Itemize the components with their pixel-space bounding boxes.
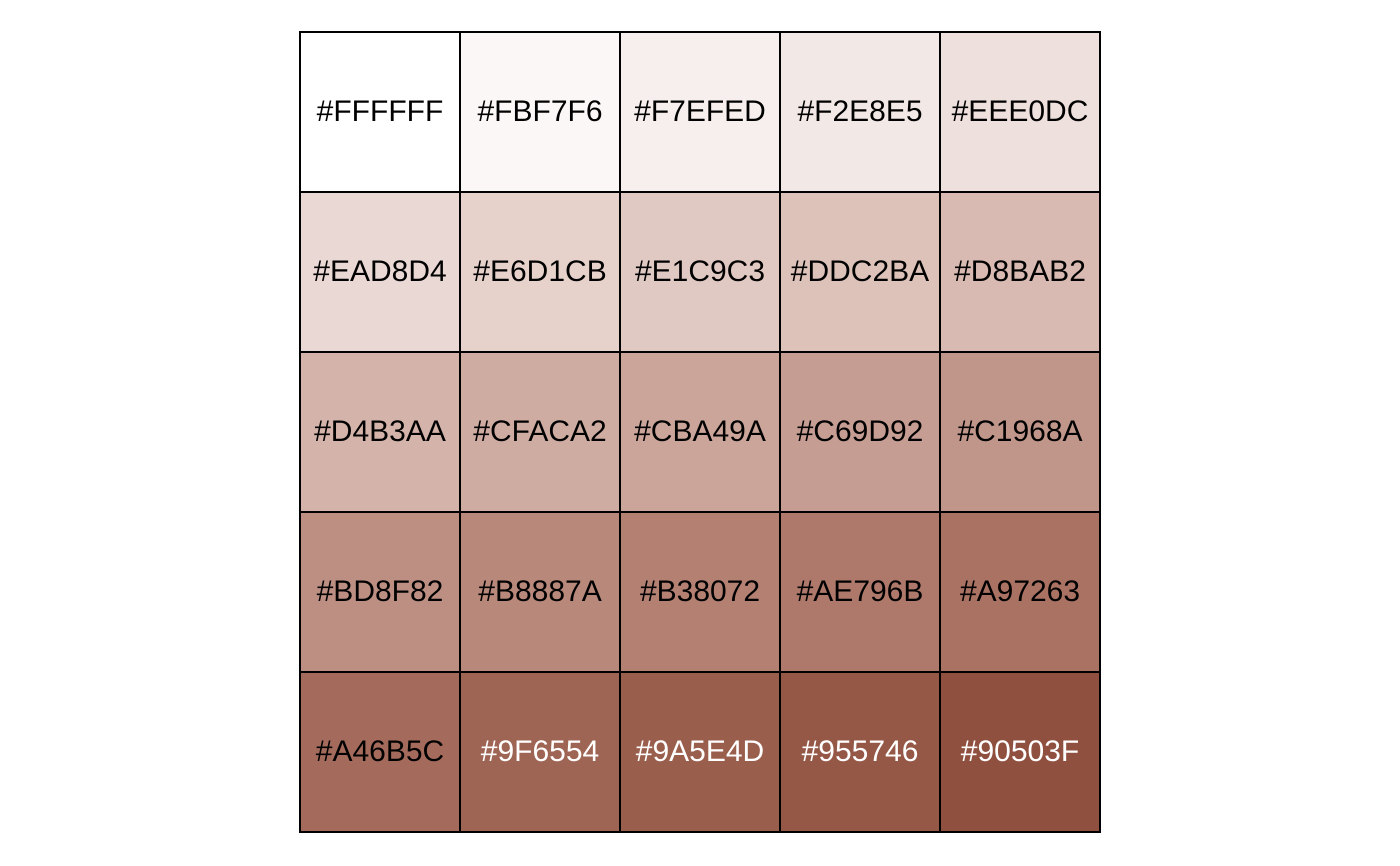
color-swatch: #B8887A [461,513,621,673]
color-swatch: #955746 [781,673,941,833]
color-swatch: #B38072 [621,513,781,673]
color-swatch: #D4B3AA [301,353,461,513]
color-swatch: #E1C9C3 [621,193,781,353]
palette-canvas: #FFFFFF #FBF7F6 #F7EFED #F2E8E5 #EEE0DC #EAD8… [0,0,1400,866]
color-swatch: #FBF7F6 [461,33,621,193]
color-swatch: #CFACA2 [461,353,621,513]
color-swatch: #F2E8E5 [781,33,941,193]
color-swatch: #D8BAB2 [941,193,1101,353]
color-swatch: #AE796B [781,513,941,673]
color-swatch: #EAD8D4 [301,193,461,353]
color-swatch: #90503F [941,673,1101,833]
color-swatch: #9F6554 [461,673,621,833]
color-swatch: #E6D1CB [461,193,621,353]
color-swatch: #9A5E4D [621,673,781,833]
color-swatch: #FFFFFF [301,33,461,193]
color-swatch: #DDC2BA [781,193,941,353]
color-swatch: #EEE0DC [941,33,1101,193]
color-swatch: #CBA49A [621,353,781,513]
color-swatch: #F7EFED [621,33,781,193]
color-swatch: #C69D92 [781,353,941,513]
color-swatch: #C1968A [941,353,1101,513]
color-swatch: #A97263 [941,513,1101,673]
color-swatch: #A46B5C [301,673,461,833]
color-swatch: #BD8F82 [301,513,461,673]
color-swatch-grid: #FFFFFF #FBF7F6 #F7EFED #F2E8E5 #EEE0DC #EAD8… [299,31,1101,833]
